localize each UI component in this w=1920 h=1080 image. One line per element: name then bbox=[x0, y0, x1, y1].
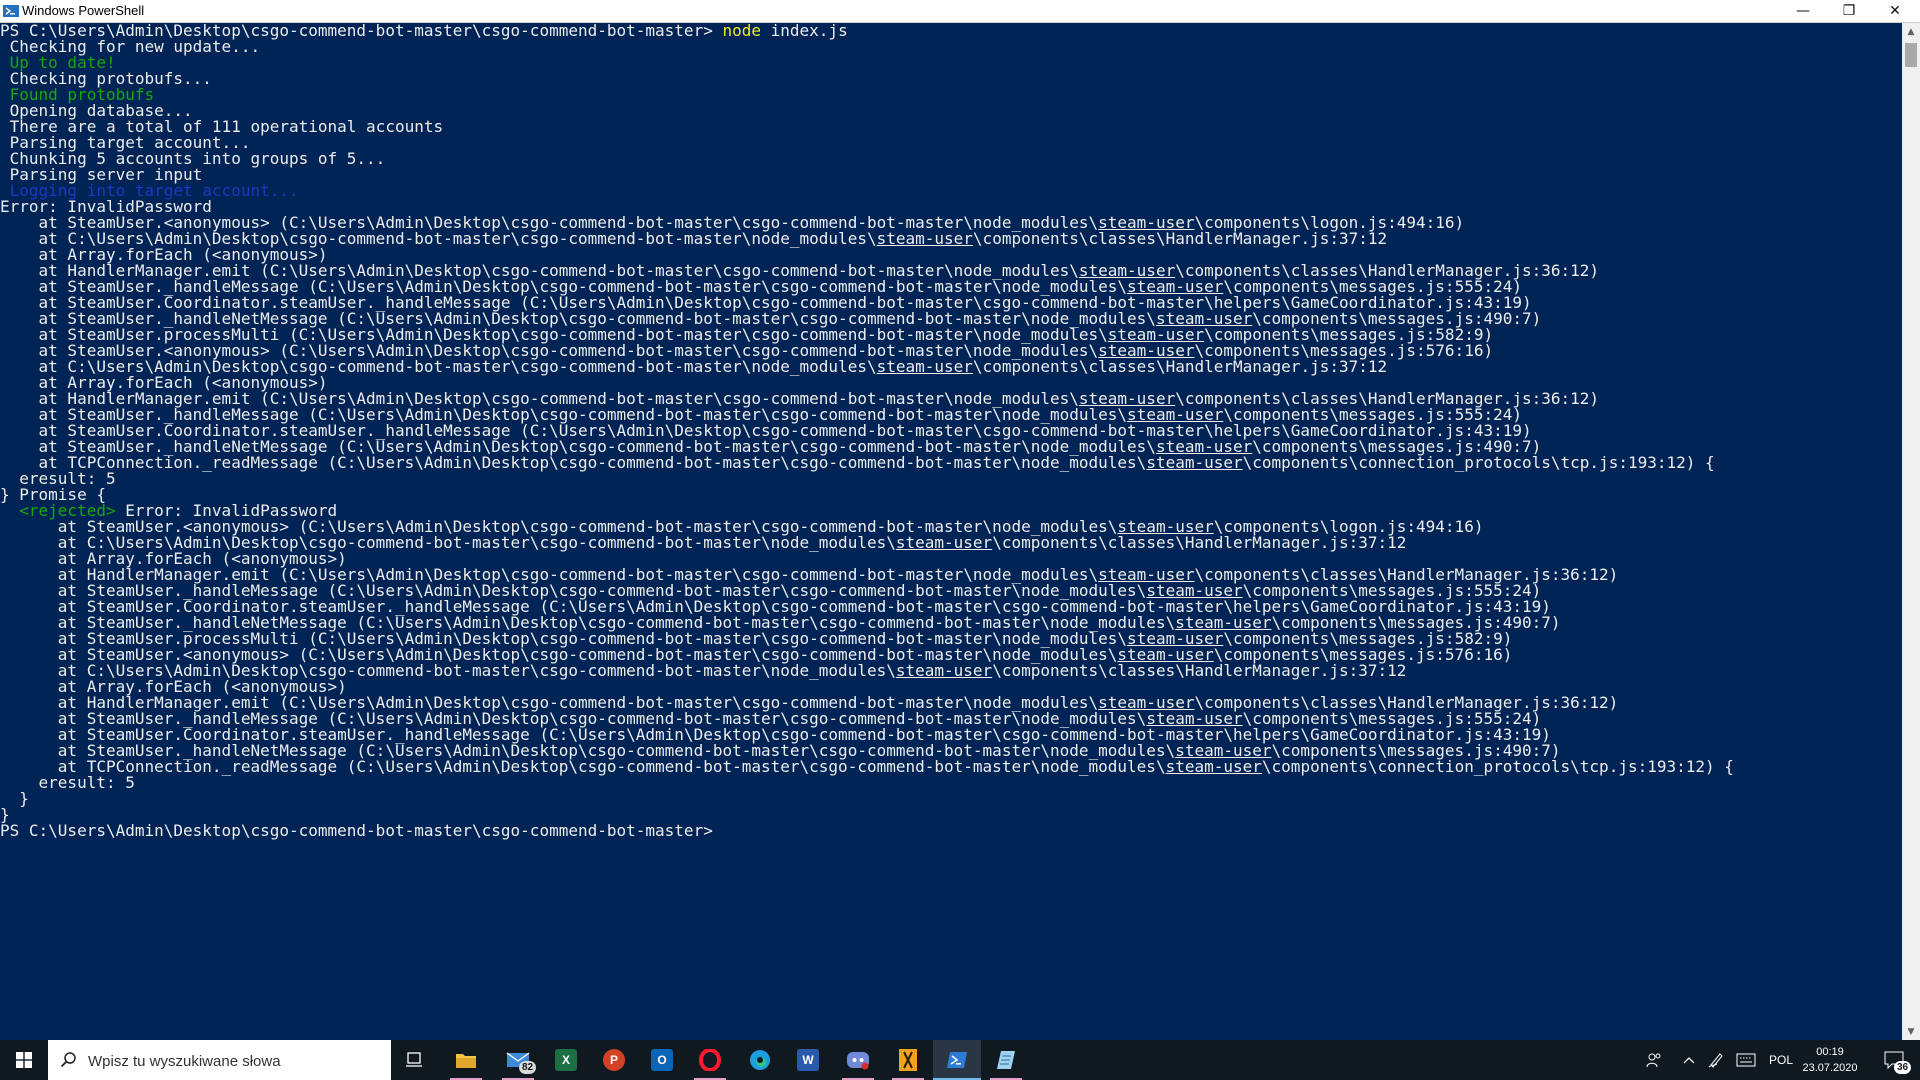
console-line: Checking protobufs... bbox=[0, 71, 1734, 87]
scroll-up-button[interactable]: ▲ bbox=[1902, 23, 1920, 40]
console-output[interactable]: PS C:\Users\Admin\Desktop\csgo-commend-b… bbox=[0, 23, 1902, 1040]
console-text: index.js bbox=[761, 23, 848, 40]
clock-time: 00:19 bbox=[1816, 1046, 1844, 1058]
console-line: PS C:\Users\Admin\Desktop\csgo-commend-b… bbox=[0, 823, 1734, 839]
mail-button[interactable]: 82 bbox=[494, 1040, 542, 1080]
file-explorer-icon bbox=[456, 1054, 476, 1068]
console-text: \components\classes\HandlerManager.js:37… bbox=[972, 229, 1388, 248]
show-hidden-icons-button[interactable] bbox=[1678, 1040, 1700, 1080]
title-bar[interactable]: Windows PowerShell — ❐ ✕ bbox=[0, 0, 1920, 23]
powershell-icon bbox=[947, 1052, 967, 1068]
people-button[interactable] bbox=[1640, 1040, 1668, 1080]
discord-button[interactable] bbox=[834, 1040, 882, 1080]
restore-button[interactable]: ❐ bbox=[1826, 0, 1872, 22]
console-line: Checking for new update... bbox=[0, 39, 1734, 55]
console-text: \components\connection_protocols\tcp.js:… bbox=[1242, 453, 1715, 472]
powerpoint-button[interactable]: P bbox=[590, 1040, 638, 1080]
console-line: at TCPConnection._readMessage (C:\Users\… bbox=[0, 455, 1734, 471]
powershell-taskbar-button[interactable] bbox=[933, 1040, 981, 1080]
kalkulator-icon bbox=[899, 1049, 917, 1071]
powerpoint-icon: P bbox=[603, 1049, 625, 1071]
mail-badge: 82 bbox=[519, 1061, 537, 1074]
language-indicator[interactable]: POL bbox=[1764, 1040, 1798, 1080]
console-line: Up to date! bbox=[0, 55, 1734, 71]
word-button[interactable]: W bbox=[784, 1040, 832, 1080]
console-line: } bbox=[0, 791, 1734, 807]
excel-icon: X bbox=[555, 1049, 577, 1071]
module-link[interactable]: steam-user bbox=[877, 357, 973, 376]
console-line: at TCPConnection._readMessage (C:\Users\… bbox=[0, 759, 1734, 775]
taskbar-search[interactable] bbox=[48, 1040, 391, 1080]
edge-icon bbox=[750, 1050, 770, 1070]
task-view-button[interactable] bbox=[390, 1040, 438, 1080]
module-link[interactable]: steam-user bbox=[1146, 453, 1242, 472]
app-button[interactable] bbox=[884, 1040, 932, 1080]
console-text: \components\connection_protocols\tcp.js:… bbox=[1261, 757, 1734, 776]
powershell-icon bbox=[3, 3, 19, 19]
start-button[interactable] bbox=[0, 1040, 47, 1080]
close-button[interactable]: ✕ bbox=[1872, 0, 1918, 22]
scroll-down-button[interactable]: ▼ bbox=[1902, 1023, 1920, 1040]
windows-logo-icon bbox=[15, 1052, 32, 1068]
outlook-icon: O bbox=[651, 1049, 673, 1071]
module-link[interactable]: steam-user bbox=[1166, 757, 1262, 776]
notification-count: 36 bbox=[1894, 1061, 1912, 1074]
task-view-icon bbox=[406, 1052, 422, 1067]
touch-keyboard-button[interactable] bbox=[1732, 1040, 1760, 1080]
opera-icon bbox=[699, 1049, 721, 1071]
console-line: eresult: 5 bbox=[0, 775, 1734, 791]
module-link[interactable]: steam-user bbox=[896, 661, 992, 680]
discord-icon bbox=[847, 1052, 869, 1070]
pen-button[interactable] bbox=[1704, 1040, 1728, 1080]
console-line: Logging into target account... bbox=[0, 183, 1734, 199]
console-text: PS C:\Users\Admin\Desktop\csgo-commend-b… bbox=[0, 821, 713, 840]
module-link[interactable]: steam-user bbox=[896, 533, 992, 552]
window-title: Windows PowerShell bbox=[22, 3, 145, 18]
notepad-button[interactable] bbox=[982, 1040, 1030, 1080]
opera-button[interactable] bbox=[686, 1040, 734, 1080]
console-lines: PS C:\Users\Admin\Desktop\csgo-commend-b… bbox=[0, 23, 1734, 839]
notepad-icon bbox=[997, 1051, 1015, 1069]
clock[interactable]: 00:19 23.07.2020 bbox=[1800, 1044, 1860, 1076]
console-text: \components\classes\HandlerManager.js:37… bbox=[972, 357, 1388, 376]
excel-button[interactable]: X bbox=[542, 1040, 590, 1080]
search-input[interactable] bbox=[86, 1050, 380, 1072]
console-text: at TCPConnection._readMessage (C:\Users\… bbox=[0, 453, 1147, 472]
chevron-up-icon bbox=[1683, 1057, 1695, 1064]
pen-icon bbox=[1708, 1053, 1723, 1068]
word-icon: W bbox=[797, 1049, 819, 1071]
console-line: There are a total of 111 operational acc… bbox=[0, 119, 1734, 135]
file-explorer-button[interactable] bbox=[442, 1040, 490, 1080]
clock-date: 23.07.2020 bbox=[1802, 1062, 1858, 1074]
module-link[interactable]: steam-user bbox=[877, 229, 973, 248]
search-icon bbox=[60, 1052, 76, 1068]
console-text: node bbox=[722, 23, 761, 40]
console-line: Found protobufs bbox=[0, 87, 1734, 103]
people-icon bbox=[1646, 1053, 1661, 1068]
console-text: \components\classes\HandlerManager.js:37… bbox=[992, 533, 1407, 552]
action-center-button[interactable]: 36 bbox=[1874, 1040, 1914, 1080]
keyboard-icon bbox=[1736, 1053, 1756, 1067]
vertical-scrollbar[interactable]: ▲ ▼ bbox=[1902, 23, 1920, 1040]
console-line: eresult: 5 bbox=[0, 471, 1734, 487]
edge-button[interactable] bbox=[736, 1040, 784, 1080]
minimize-button[interactable]: — bbox=[1780, 0, 1826, 22]
taskbar: 82 X P O W POL 00:19 23.07.202 bbox=[0, 1040, 1920, 1080]
console-text: at TCPConnection._readMessage (C:\Users\… bbox=[0, 757, 1166, 776]
outlook-button[interactable]: O bbox=[638, 1040, 686, 1080]
console-text: \components\classes\HandlerManager.js:37… bbox=[992, 661, 1407, 680]
console-line: Chunking 5 accounts into groups of 5... bbox=[0, 151, 1734, 167]
scroll-thumb[interactable] bbox=[1905, 43, 1917, 67]
